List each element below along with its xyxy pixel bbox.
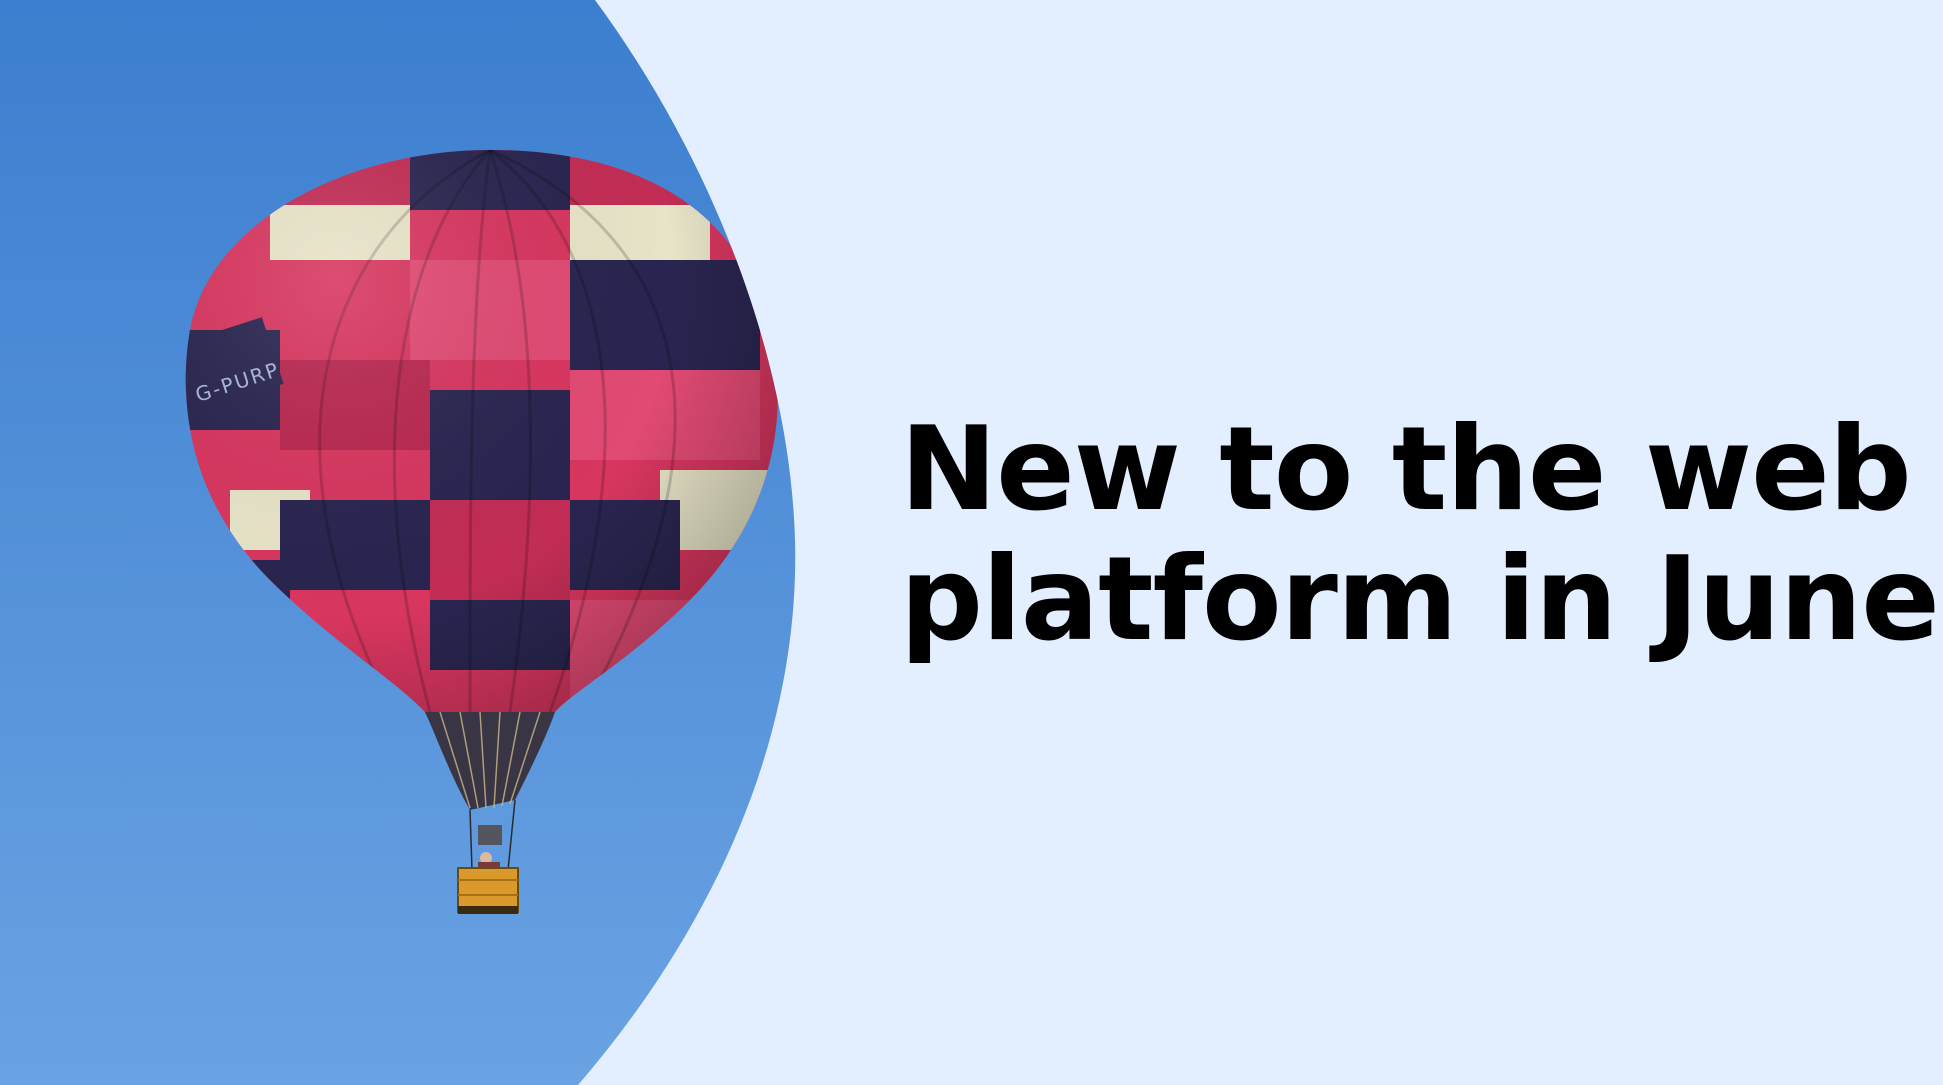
hero-banner: G-PURP New to the web platform in June (0, 0, 1943, 1085)
page-title: New to the web platform in June (900, 402, 1940, 667)
page-title-line-2: platform in June (900, 532, 1940, 667)
balloon-basket (457, 867, 519, 914)
page-title-line-1: New to the web (900, 402, 1912, 537)
hot-air-balloon-image (0, 0, 796, 1085)
sky-image-panel: G-PURP (0, 0, 800, 1085)
